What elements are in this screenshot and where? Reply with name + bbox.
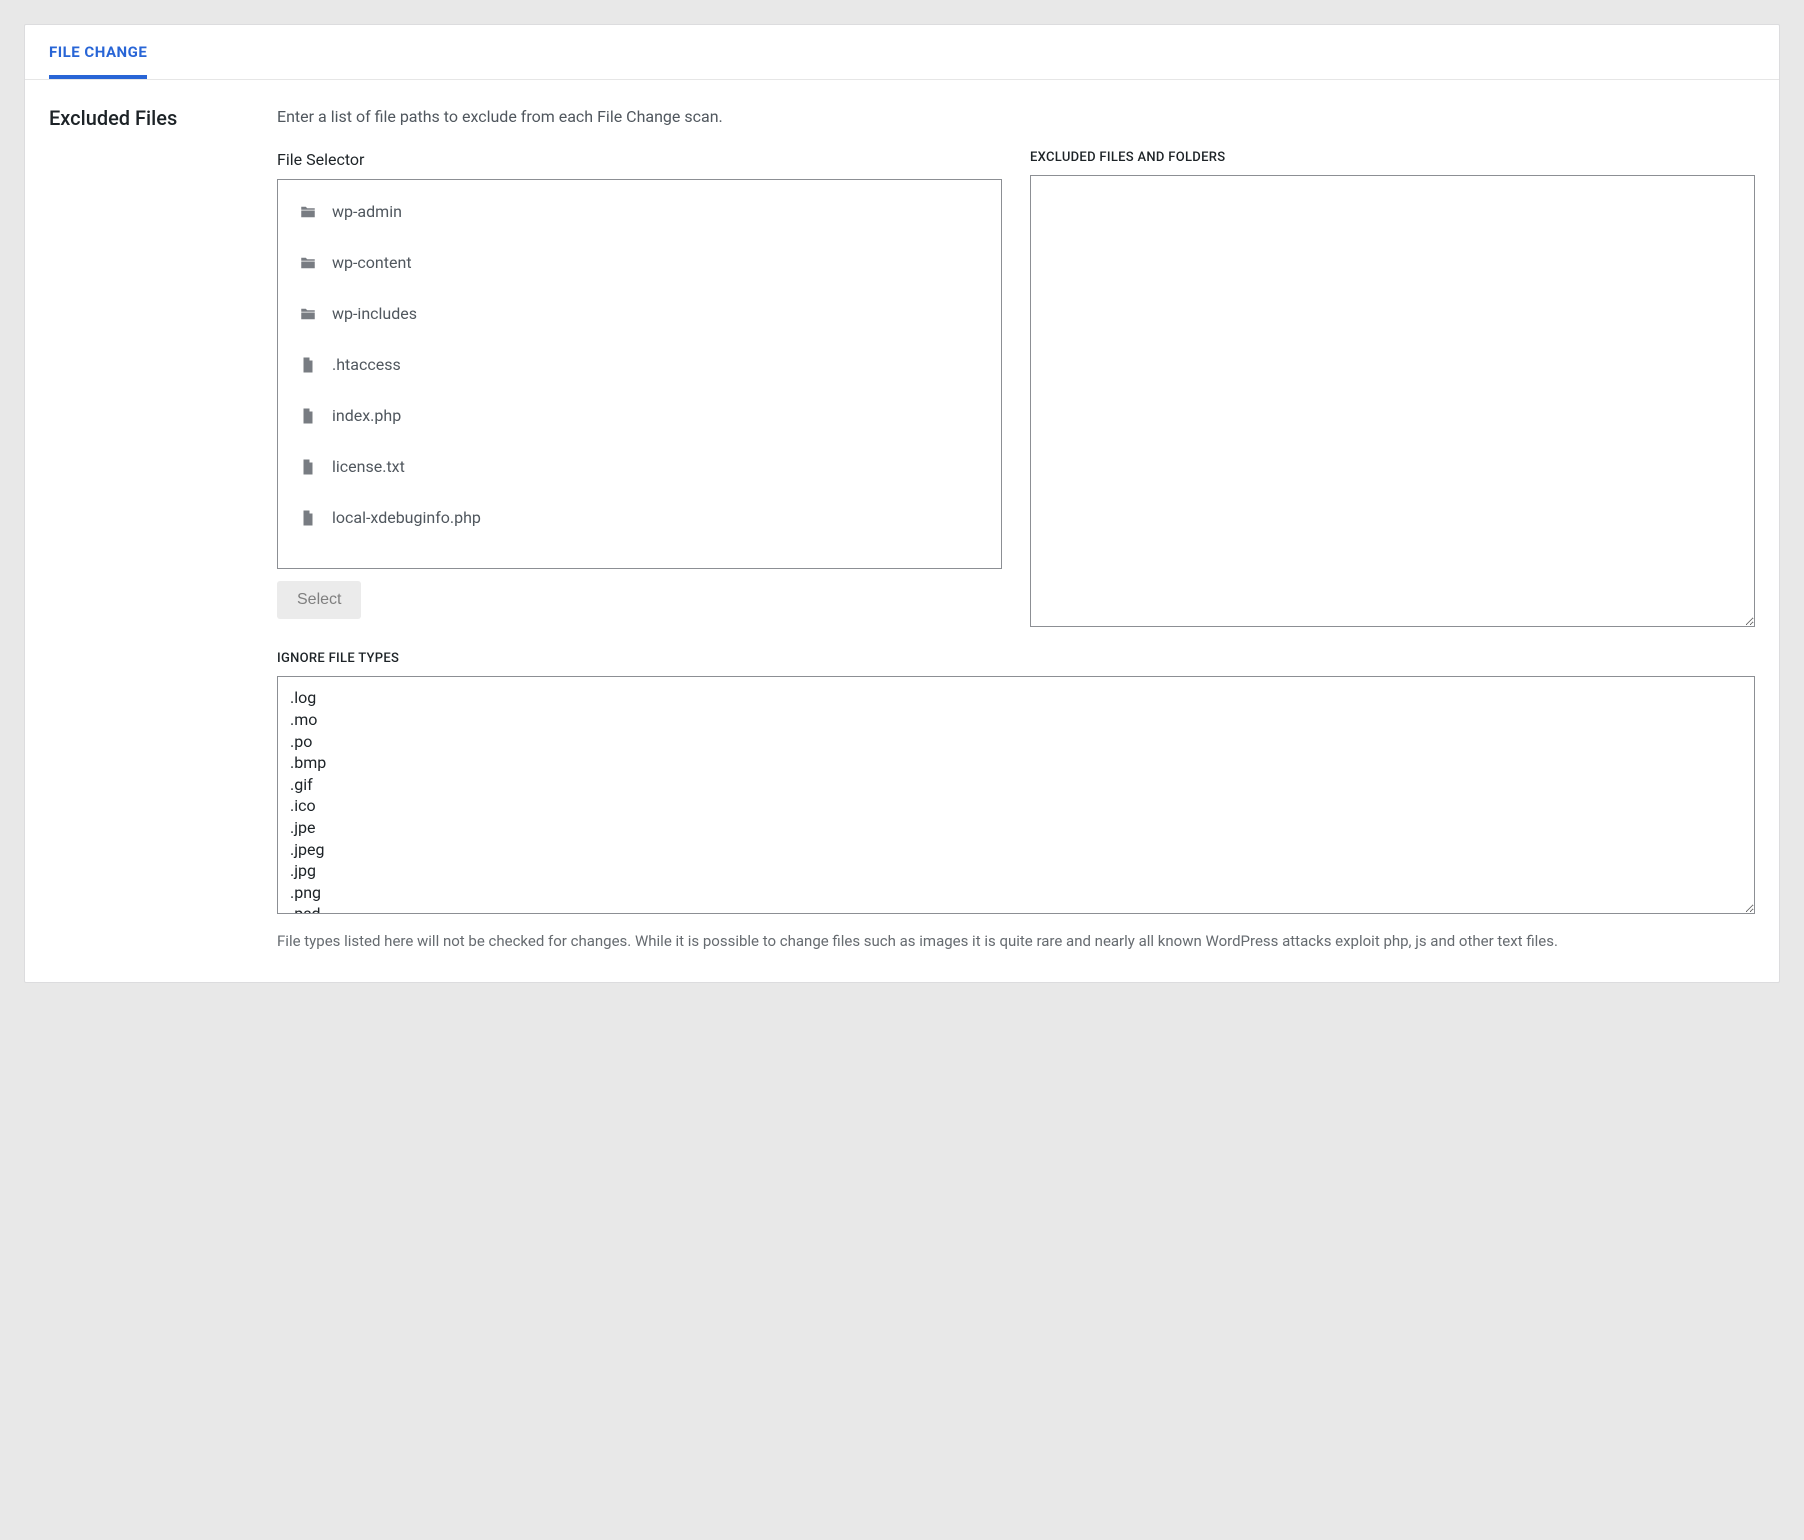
folder-icon (298, 305, 318, 323)
file-item[interactable]: .htaccess (278, 339, 1001, 390)
file-item[interactable]: license.txt (278, 441, 1001, 492)
section-title: Excluded Files (49, 106, 249, 130)
ignore-help-text: File types listed here will not be check… (277, 930, 1755, 953)
file-item[interactable]: local-xdebuginfo.php (278, 492, 1001, 543)
file-icon (298, 407, 318, 425)
folder-icon (298, 254, 318, 272)
ignore-file-types-label: IGNORE FILE TYPES (277, 651, 1755, 666)
file-item-label: wp-content (332, 253, 412, 272)
file-item[interactable]: wp-includes (278, 288, 1001, 339)
file-item-label: wp-admin (332, 202, 402, 221)
file-item[interactable]: index.php (278, 390, 1001, 441)
ignore-file-types-textarea[interactable] (277, 676, 1755, 914)
select-button[interactable]: Select (277, 581, 361, 619)
panel-content: Excluded Files Enter a list of file path… (25, 80, 1779, 982)
excluded-files-textarea[interactable] (1030, 175, 1755, 627)
file-item-label: license.txt (332, 457, 405, 476)
file-item-label: .htaccess (332, 355, 401, 374)
file-item[interactable]: wp-admin (278, 186, 1001, 237)
file-item[interactable]: wp-content (278, 237, 1001, 288)
file-selector-list[interactable]: wp-admin wp-content wp-includes .htaccess in… (277, 179, 1002, 569)
settings-panel: FILE CHANGE Excluded Files Enter a list … (24, 24, 1780, 983)
file-selector-label: File Selector (277, 150, 1002, 169)
tab-file-change[interactable]: FILE CHANGE (49, 25, 147, 79)
file-icon (298, 509, 318, 527)
file-item-label: wp-includes (332, 304, 417, 323)
folder-icon (298, 203, 318, 221)
file-icon (298, 356, 318, 374)
file-item-label: local-xdebuginfo.php (332, 508, 481, 527)
section-description: Enter a list of file paths to exclude fr… (277, 106, 1755, 128)
file-item-label: index.php (332, 406, 401, 425)
excluded-files-label: EXCLUDED FILES AND FOLDERS (1030, 150, 1755, 165)
file-icon (298, 458, 318, 476)
tab-bar: FILE CHANGE (25, 25, 1779, 80)
